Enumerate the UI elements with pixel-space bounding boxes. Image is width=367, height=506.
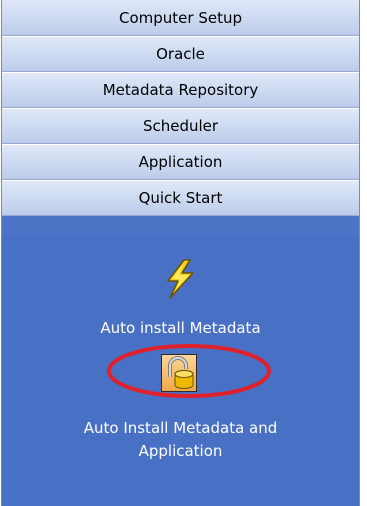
menu-item-scheduler[interactable]: Scheduler (2, 108, 359, 144)
label-line-1: Auto Install Metadata and (83, 419, 278, 437)
quick-start-content: Auto install Metadata Auto Install Metad… (2, 236, 359, 506)
menu-item-metadata-repository[interactable]: Metadata Repository (2, 72, 359, 108)
menu-item-computer-setup[interactable]: Computer Setup (2, 0, 359, 36)
menu-item-application[interactable]: Application (2, 144, 359, 180)
navigation-panel: Computer Setup Oracle Metadata Repositor… (1, 0, 360, 506)
menu-item-oracle[interactable]: Oracle (2, 36, 359, 72)
menu-item-quick-start[interactable]: Quick Start (2, 180, 359, 216)
auto-install-metadata-app-label[interactable]: Auto Install Metadata and Application (42, 417, 319, 463)
label-line-2: Application (138, 442, 223, 460)
lock-database-icon[interactable] (161, 354, 197, 392)
lightning-icon[interactable] (160, 259, 200, 299)
auto-install-metadata-label[interactable]: Auto install Metadata (2, 319, 359, 337)
